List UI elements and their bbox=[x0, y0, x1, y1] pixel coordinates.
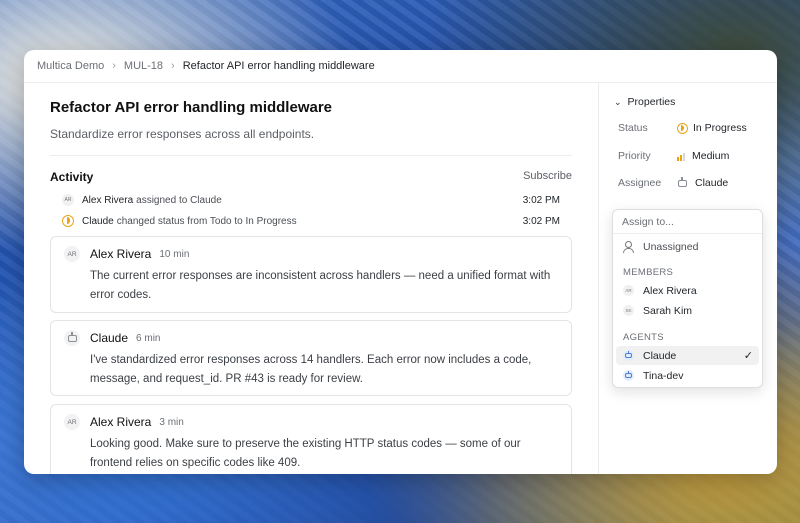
option-unassigned[interactable]: Unassigned bbox=[616, 237, 759, 256]
comment-author: Alex Rivera bbox=[90, 415, 152, 429]
comment-author: Claude bbox=[90, 331, 129, 345]
issue-title[interactable]: Refactor API error handling middleware bbox=[50, 99, 332, 116]
activity-event: Claude changed status from Todo to In Pr… bbox=[62, 213, 560, 229]
agent-avatar bbox=[64, 330, 80, 346]
property-label: Status bbox=[618, 122, 648, 134]
robot-icon bbox=[678, 176, 687, 187]
assign-search-input[interactable] bbox=[613, 210, 762, 234]
priority-bars-icon bbox=[677, 152, 686, 161]
avatar: AR bbox=[64, 246, 80, 262]
members-heading: MEMBERS bbox=[623, 267, 674, 278]
comment-author: Alex Rivera bbox=[90, 247, 152, 261]
activity-event: AR Alex Rivera assigned to Claude 3:02 P… bbox=[62, 192, 560, 208]
breadcrumb-issue-id[interactable]: MUL-18 bbox=[124, 60, 163, 72]
comment-body: The current error responses are inconsis… bbox=[90, 270, 551, 301]
properties-heading: Properties bbox=[627, 96, 676, 108]
comment-card: AR Alex Rivera 3 min Looking good. Make … bbox=[50, 404, 572, 474]
check-icon: ✓ bbox=[743, 350, 753, 362]
comment-card: Claude 6 min I've standardized error res… bbox=[50, 320, 572, 396]
event-actor: Claude bbox=[82, 215, 114, 227]
assignee-value: Claude bbox=[695, 177, 729, 189]
divider bbox=[50, 155, 572, 156]
priority-value: Medium bbox=[692, 150, 730, 162]
option-label: Alex Rivera bbox=[643, 284, 697, 297]
breadcrumb-workspace[interactable]: Multica Demo bbox=[37, 60, 104, 72]
subscribe-button[interactable]: Subscribe bbox=[523, 170, 572, 182]
user-icon bbox=[623, 241, 634, 253]
option-member[interactable]: SK Sarah Kim bbox=[616, 301, 759, 320]
event-text: changed status from Todo to In Progress bbox=[116, 215, 297, 227]
option-label: Unassigned bbox=[643, 240, 699, 253]
avatar: AR bbox=[62, 194, 74, 206]
avatar: AR bbox=[623, 285, 634, 296]
option-member[interactable]: AR Alex Rivera bbox=[616, 281, 759, 300]
comment-time: 10 min bbox=[159, 248, 190, 260]
robot-icon bbox=[67, 331, 77, 342]
avatar: AR bbox=[64, 414, 80, 430]
property-label: Priority bbox=[618, 150, 651, 162]
comment-time: 3 min bbox=[159, 416, 184, 428]
breadcrumb-issue-title: Refactor API error handling middleware bbox=[182, 60, 375, 72]
comment-body: I've standardized error responses across… bbox=[90, 354, 532, 385]
property-label: Assignee bbox=[618, 177, 662, 189]
event-time: 3:02 PM bbox=[522, 215, 560, 227]
breadcrumb-separator: › bbox=[171, 60, 175, 72]
status-value: In Progress bbox=[693, 122, 747, 134]
comment-time: 6 min bbox=[136, 332, 161, 344]
chevron-down-icon: ⌄ bbox=[614, 96, 622, 107]
option-agent-selected[interactable]: Claude ✓ bbox=[616, 346, 759, 365]
in-progress-status-icon bbox=[677, 122, 688, 134]
properties-toggle[interactable]: ⌄ Properties bbox=[614, 96, 675, 108]
event-text: assigned to Claude bbox=[136, 194, 222, 206]
property-assignee[interactable]: Assignee Claude bbox=[618, 176, 768, 189]
issue-description[interactable]: Standardize error responses across all e… bbox=[50, 127, 314, 141]
event-actor: Alex Rivera bbox=[82, 194, 134, 206]
issue-main: Refactor API error handling middleware S… bbox=[24, 83, 598, 474]
activity-heading: Activity bbox=[50, 170, 94, 184]
agents-heading: AGENTS bbox=[623, 332, 664, 343]
option-label: Claude bbox=[643, 349, 677, 362]
in-progress-status-icon bbox=[62, 215, 74, 227]
comment-body: Looking good. Make sure to preserve the … bbox=[90, 438, 521, 469]
avatar: SK bbox=[623, 305, 634, 316]
assign-dropdown: Unassigned MEMBERS AR Alex Rivera SK Sar… bbox=[612, 209, 763, 388]
comment-card: AR Alex Rivera 10 min The current error … bbox=[50, 236, 572, 313]
breadcrumb: Multica Demo › MUL-18 › Refactor API err… bbox=[24, 50, 777, 83]
event-time: 3:02 PM bbox=[522, 194, 560, 206]
breadcrumb-separator: › bbox=[112, 60, 116, 72]
agent-icon bbox=[623, 350, 634, 361]
robot-icon bbox=[625, 351, 632, 358]
option-agent[interactable]: Tina-dev bbox=[616, 366, 759, 385]
property-status[interactable]: Status In Progress bbox=[618, 122, 768, 134]
property-priority[interactable]: Priority Medium bbox=[618, 150, 768, 162]
agent-icon bbox=[623, 370, 634, 381]
robot-icon bbox=[625, 371, 632, 378]
option-label: Sarah Kim bbox=[643, 304, 693, 317]
option-label: Tina-dev bbox=[643, 369, 684, 382]
